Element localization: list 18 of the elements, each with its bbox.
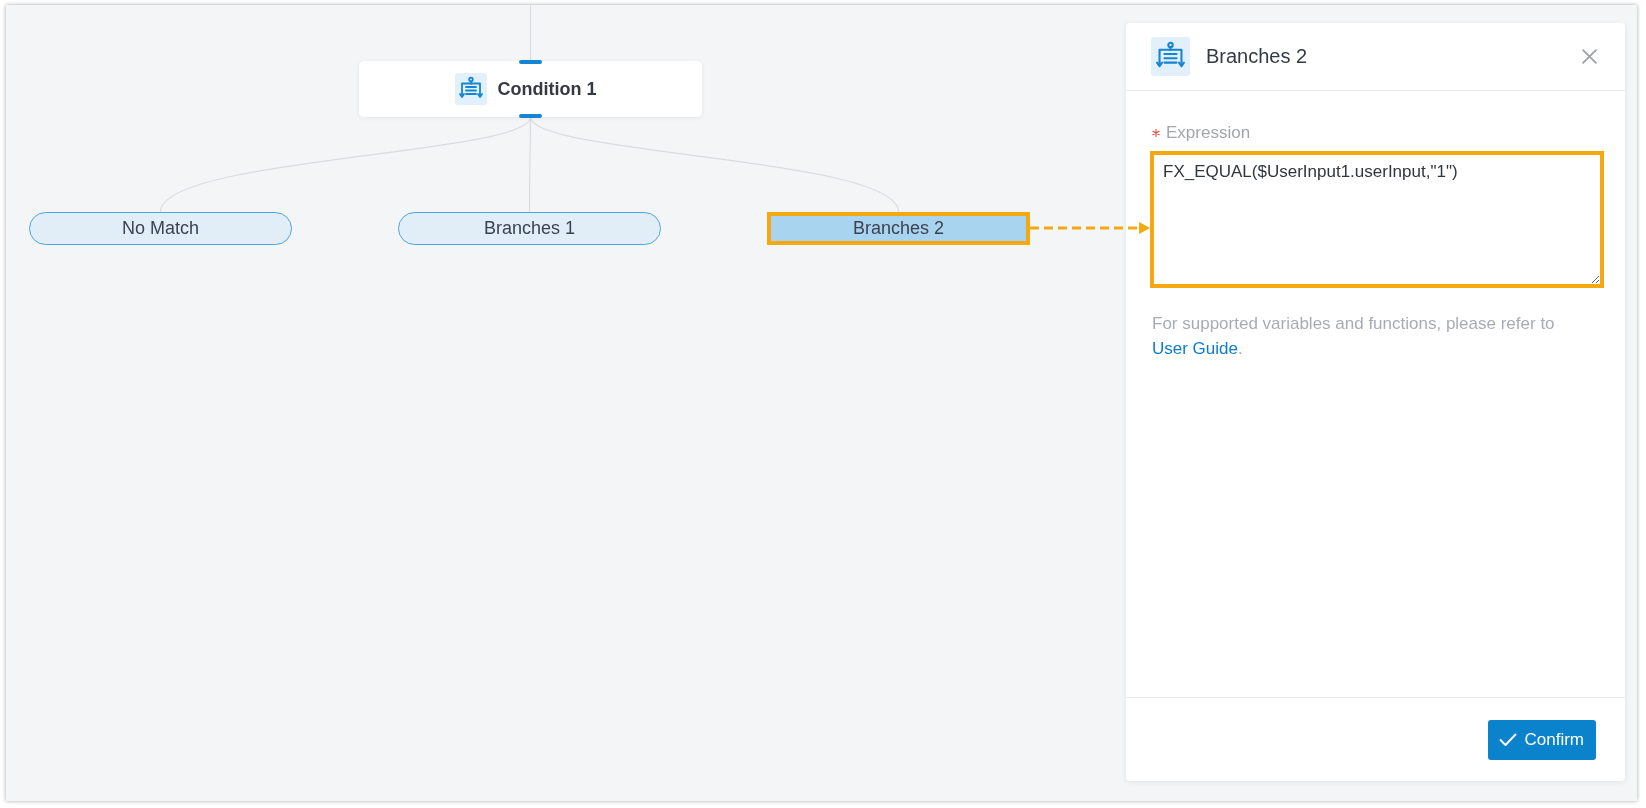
user-guide-link[interactable]: User Guide: [1152, 339, 1238, 358]
confirm-button[interactable]: Confirm: [1488, 720, 1596, 760]
check-icon: [1499, 733, 1518, 747]
branch-node-icon: [454, 73, 487, 105]
branch-node[interactable]: No Match: [29, 212, 292, 245]
branch-node[interactable]: Branches 1: [398, 212, 661, 245]
field-label: Expression: [1166, 123, 1251, 143]
condition-node[interactable]: Condition 1: [359, 61, 702, 117]
close-icon: [1582, 49, 1597, 64]
node-title: Condition 1: [497, 78, 597, 100]
panel-title: Branches 2: [1206, 45, 1309, 68]
close-button[interactable]: [1582, 49, 1597, 64]
branch-node[interactable]: Branches 2: [767, 212, 1030, 245]
output-port: [519, 114, 542, 118]
branch-node-icon: [1151, 37, 1190, 76]
help-text: For supported variables and functions, please refer to User Guide.: [1152, 313, 1556, 360]
input-port: [519, 60, 542, 64]
expression-field[interactable]: FX_EQUAL($UserInput1.userInput,"1"): [1150, 151, 1604, 288]
